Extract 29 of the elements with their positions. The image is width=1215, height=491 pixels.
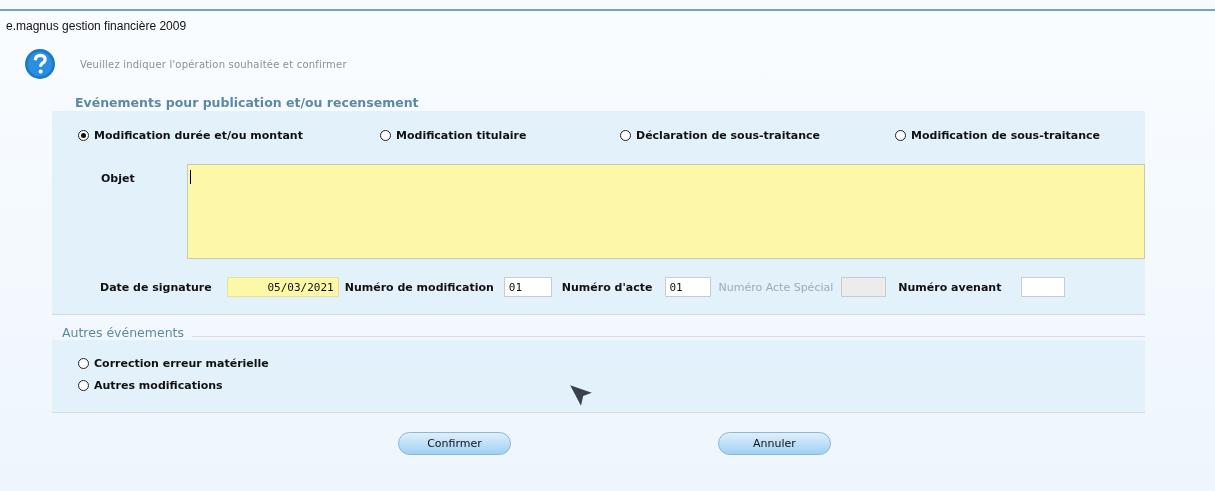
window-title: e.magnus gestion financière 2009 bbox=[5, 18, 188, 35]
radio-button[interactable] bbox=[78, 130, 89, 141]
radio-label[interactable]: Modification de sous-traitance bbox=[911, 129, 1101, 142]
question-mark-icon bbox=[24, 48, 56, 80]
field-label: Numéro de modification bbox=[344, 280, 494, 294]
input-field[interactable]: 01 bbox=[664, 277, 711, 297]
input-field[interactable]: 01 bbox=[503, 277, 552, 297]
section-title: Autres événements bbox=[62, 325, 185, 340]
radio-label[interactable]: Correction erreur matérielle bbox=[94, 357, 269, 370]
field-label: Numéro Acte Spécial bbox=[718, 280, 834, 294]
radio-label[interactable]: Autres modifications bbox=[94, 379, 223, 392]
input-field[interactable]: 05/03/2021 bbox=[226, 277, 339, 297]
radio-button[interactable] bbox=[895, 130, 906, 141]
input-field[interactable] bbox=[1021, 277, 1066, 297]
radio-button[interactable] bbox=[620, 130, 631, 141]
radio-label[interactable]: Déclaration de sous-traitance bbox=[636, 129, 820, 142]
field-label: Objet bbox=[101, 172, 136, 187]
radio-button[interactable] bbox=[380, 130, 391, 141]
field-label: Date de signature bbox=[100, 280, 212, 294]
dialog-button[interactable]: Annuler bbox=[718, 432, 831, 455]
radio-label[interactable]: Modification titulaire bbox=[396, 129, 527, 142]
field-label: Numéro d'acte bbox=[561, 280, 653, 294]
dialog-button[interactable]: Confirmer bbox=[398, 432, 511, 455]
instruction-text: Veuillez indiquer l'opération souhaitée et confirmer bbox=[80, 58, 347, 70]
radio-button[interactable] bbox=[78, 380, 89, 391]
radio-button[interactable] bbox=[78, 358, 89, 369]
field-label: Numéro avenant bbox=[898, 280, 1002, 294]
section-title: Evénements pour publication et/ou recensement bbox=[75, 95, 420, 111]
radio-label[interactable]: Modification durée et/ou montant bbox=[94, 129, 303, 142]
